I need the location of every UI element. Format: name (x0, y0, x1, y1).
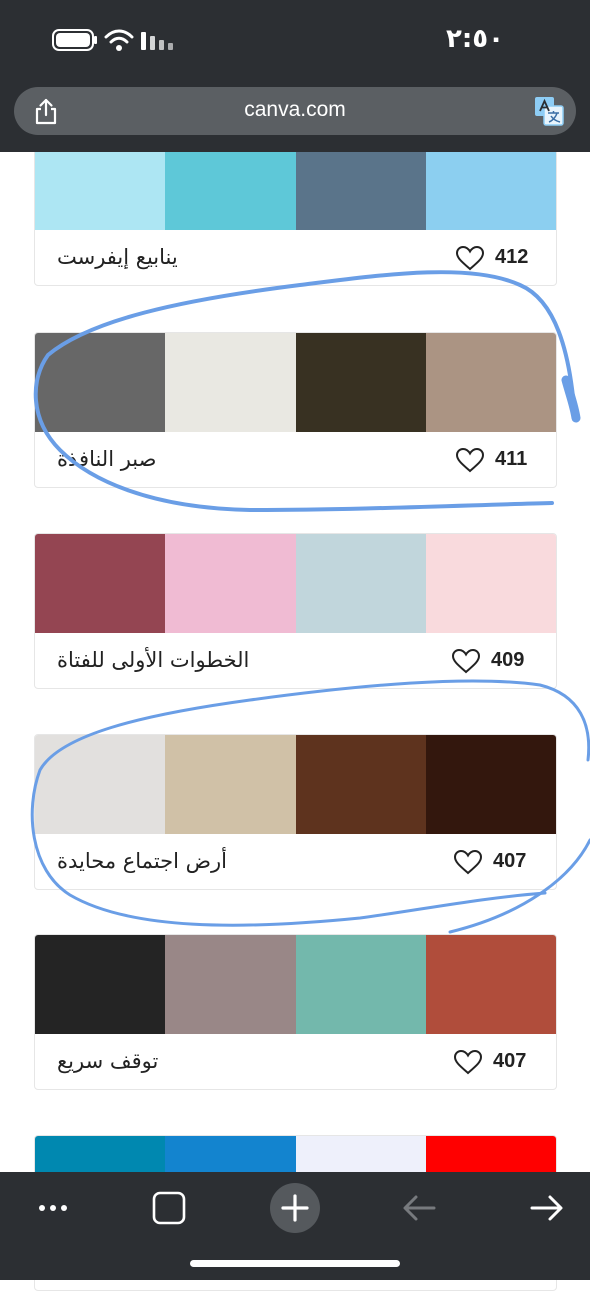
palette-swatches (35, 735, 556, 834)
heart-icon (455, 245, 485, 271)
palette-name: ينابيع إيفرست (57, 245, 178, 269)
color-swatch (425, 735, 556, 834)
palette-card[interactable]: توقف سريع 407 (34, 934, 557, 1090)
browser-bottom-bar (0, 1172, 590, 1280)
tabs-icon[interactable] (141, 1180, 197, 1236)
palette-footer: ينابيع إيفرست 412 (35, 230, 556, 285)
color-swatch (165, 935, 296, 1034)
palette-swatches (35, 333, 556, 432)
address-bar[interactable]: canva.com (14, 87, 576, 135)
heart-icon (453, 849, 483, 875)
palette-list: ينابيع إيفرست 412 صبر النافذة 411 الخطوا… (0, 0, 590, 1291)
like-button[interactable]: 412 (455, 243, 539, 273)
back-arrow-icon[interactable] (392, 1180, 448, 1236)
palette-footer: أرض اجتماع محايدة 407 (35, 834, 556, 889)
palette-name: توقف سريع (57, 1049, 159, 1073)
palette-name: صبر النافذة (57, 447, 157, 471)
palette-footer: توقف سريع 407 (35, 1034, 556, 1089)
like-button[interactable]: 409 (451, 646, 535, 676)
like-count: 407 (493, 850, 527, 872)
color-swatch (425, 534, 556, 633)
forward-arrow-icon[interactable] (518, 1180, 574, 1236)
like-button[interactable]: 407 (453, 847, 537, 877)
battery-icon (52, 29, 97, 51)
url-text: canva.com (244, 98, 346, 121)
color-swatch (295, 735, 426, 834)
heart-icon (455, 447, 485, 473)
color-swatch (35, 935, 166, 1034)
status-icons (52, 26, 182, 56)
color-swatch (165, 735, 296, 834)
more-options-icon[interactable] (26, 1180, 82, 1236)
color-swatch (425, 333, 556, 432)
wifi-icon (104, 29, 134, 51)
home-indicator (190, 1260, 400, 1267)
browser-top-bar: ٢:٥٠ canva.com (0, 0, 590, 152)
like-count: 407 (493, 1050, 527, 1072)
color-swatch (35, 534, 166, 633)
palette-card[interactable]: ينابيع إيفرست 412 (34, 130, 557, 286)
new-tab-icon[interactable] (267, 1180, 323, 1236)
palette-footer: الخطوات الأولى للفتاة 409 (35, 633, 556, 688)
like-count: 409 (491, 649, 525, 671)
palette-name: الخطوات الأولى للفتاة (57, 648, 250, 672)
color-swatch (35, 735, 166, 834)
palette-card[interactable]: أرض اجتماع محايدة 407 (34, 734, 557, 890)
like-count: 412 (495, 246, 529, 268)
palette-swatches (35, 534, 556, 633)
heart-icon (453, 1049, 483, 1075)
like-button[interactable]: 407 (453, 1047, 537, 1077)
palette-card[interactable]: صبر النافذة 411 (34, 332, 557, 488)
color-swatch (165, 333, 296, 432)
color-swatch (295, 534, 426, 633)
like-button[interactable]: 411 (455, 445, 539, 475)
color-swatch (165, 534, 296, 633)
like-count: 411 (495, 448, 528, 470)
color-swatch (295, 333, 426, 432)
color-swatch (425, 935, 556, 1034)
palette-name: أرض اجتماع محايدة (57, 849, 228, 873)
palette-card[interactable]: الخطوات الأولى للفتاة 409 (34, 533, 557, 689)
color-swatch (35, 333, 166, 432)
palette-swatches (35, 935, 556, 1034)
translate-icon[interactable] (534, 96, 564, 126)
status-time: ٢:٥٠ (445, 24, 504, 54)
cellular-signal-icon (141, 32, 173, 50)
heart-icon (451, 648, 481, 674)
status-bar: ٢:٥٠ (0, 0, 590, 80)
palette-footer: صبر النافذة 411 (35, 432, 556, 487)
color-swatch (295, 935, 426, 1034)
